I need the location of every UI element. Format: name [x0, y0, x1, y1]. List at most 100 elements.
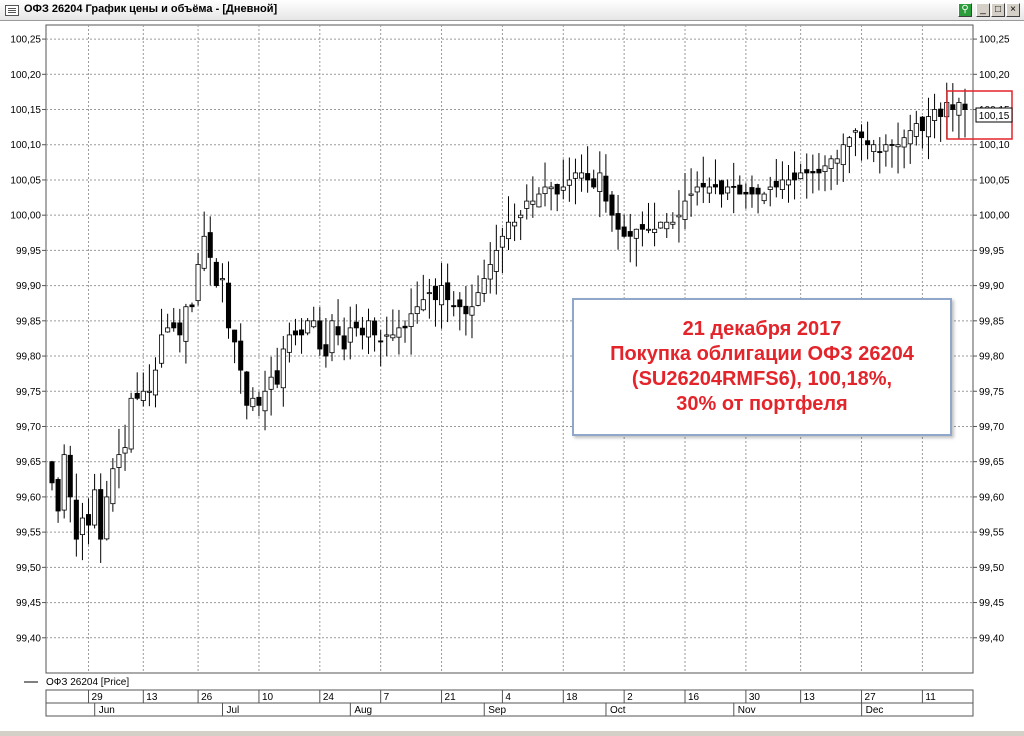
candle-body [749, 187, 755, 195]
candle-body [652, 228, 658, 233]
candle-body [822, 165, 828, 173]
candle-body [505, 221, 512, 240]
day-tick-label: 16 [688, 692, 700, 703]
day-tick-label: 29 [92, 692, 104, 703]
candle-body [426, 292, 432, 295]
candle-body [189, 304, 195, 308]
candle-body [122, 447, 128, 454]
candle-body [134, 392, 140, 399]
candle-body [585, 173, 591, 181]
annotation-line-1: 21 декабря 2017 [682, 318, 842, 340]
candle-body [305, 320, 311, 334]
candle-body [238, 340, 244, 371]
y-tick-label: 99,90 [979, 281, 1004, 292]
y-tick-label: 99,80 [979, 352, 1004, 363]
maximize-button[interactable]: □ [991, 3, 1005, 17]
window-titlebar: ОФЗ 26204 График цены и объёма - [Дневно… [0, 0, 1024, 21]
y-tick-label: 99,60 [979, 492, 1004, 503]
candle-body [140, 390, 146, 401]
candle-body [858, 131, 865, 139]
y-tick-label: 99,85 [16, 316, 41, 327]
y-axis-left: 100,25 100,20 100,15 100,10 100,05 100,00 99,9… [10, 35, 41, 645]
candle-body [779, 179, 785, 190]
y-tick-label: 99,70 [979, 422, 1004, 433]
candle-body [299, 329, 305, 336]
candle-body [877, 151, 883, 153]
candle-body [159, 334, 165, 364]
y-tick-label: 99,60 [16, 492, 41, 503]
candle-body [798, 172, 804, 180]
candle-body [225, 282, 232, 329]
candle-body [913, 123, 919, 137]
candle-body [128, 397, 134, 450]
day-tick-label: 4 [505, 692, 511, 703]
candle-body [463, 305, 469, 315]
candle-body [737, 184, 743, 195]
y-tick-label: 99,50 [16, 563, 41, 574]
candle-body [645, 228, 652, 231]
candle-body [493, 249, 499, 272]
candle-body [633, 228, 639, 239]
close-button[interactable]: × [1006, 3, 1020, 17]
y-tick-label: 100,20 [10, 70, 41, 81]
candle-body [104, 496, 110, 540]
candle-body [907, 130, 913, 145]
candle-body [536, 193, 542, 208]
y-tick-label: 100,20 [979, 70, 1010, 81]
y-tick-label: 99,80 [16, 352, 41, 363]
candle-body [682, 200, 688, 220]
candle-body [408, 313, 414, 327]
candle-body [773, 180, 779, 188]
minimize-button[interactable]: _ [976, 3, 990, 17]
x-axis: 29 13 26 10 24 7 21 4 18 2 16 30 13 27 11 Jun Jul Aug Sep O… [45, 689, 974, 717]
annotation-line-2: Покупка облигации ОФЗ 26204 [610, 343, 914, 365]
candle-body [548, 186, 554, 190]
candle-body [353, 321, 359, 329]
candle-body [317, 320, 323, 350]
candle-body [110, 468, 116, 505]
candle-body [761, 193, 767, 202]
day-tick-label: 18 [566, 692, 578, 703]
candle-body [560, 186, 566, 191]
candle-body [603, 175, 609, 202]
candle-body [207, 232, 213, 258]
candle-body [950, 104, 956, 110]
candle-body [852, 130, 858, 133]
candle-body [292, 330, 298, 336]
candle-body [785, 179, 792, 186]
candle-body [98, 489, 104, 540]
candle-body [451, 305, 457, 308]
candle-body [962, 103, 968, 110]
y-tick-label: 100,25 [979, 35, 1010, 46]
candle-body [865, 140, 871, 146]
candle-body [512, 221, 518, 227]
candle-body [116, 454, 122, 468]
candle-body [341, 335, 347, 350]
candle-body [432, 285, 438, 301]
day-tick-label: 10 [262, 692, 274, 703]
month-axis-band [45, 702, 974, 717]
candle-body [378, 340, 384, 343]
annotation-line-3: (SU26204RMFS6), 100,18%, [631, 368, 893, 390]
candle-body [475, 292, 481, 306]
candle-body [919, 116, 925, 132]
candle-body [457, 299, 463, 308]
link-icon[interactable]: ⚲ [958, 3, 972, 17]
candle-body [816, 168, 822, 174]
candle-body [542, 186, 548, 195]
month-label: Nov [738, 705, 756, 716]
y-tick-label: 99,45 [979, 598, 1004, 609]
candle-body [846, 137, 852, 147]
candle-body [171, 322, 177, 329]
y-tick-label: 100,05 [979, 175, 1010, 186]
day-tick-label: 11 [925, 692, 936, 703]
candle-body [262, 390, 268, 412]
y-tick-label: 99,50 [979, 563, 1004, 574]
candle-body [676, 214, 682, 218]
candle-body [61, 454, 67, 511]
candle-body [925, 116, 932, 138]
month-label: Jun [99, 705, 115, 716]
candle-body [579, 172, 585, 179]
candle-body [621, 226, 627, 237]
candle-body [244, 371, 250, 406]
